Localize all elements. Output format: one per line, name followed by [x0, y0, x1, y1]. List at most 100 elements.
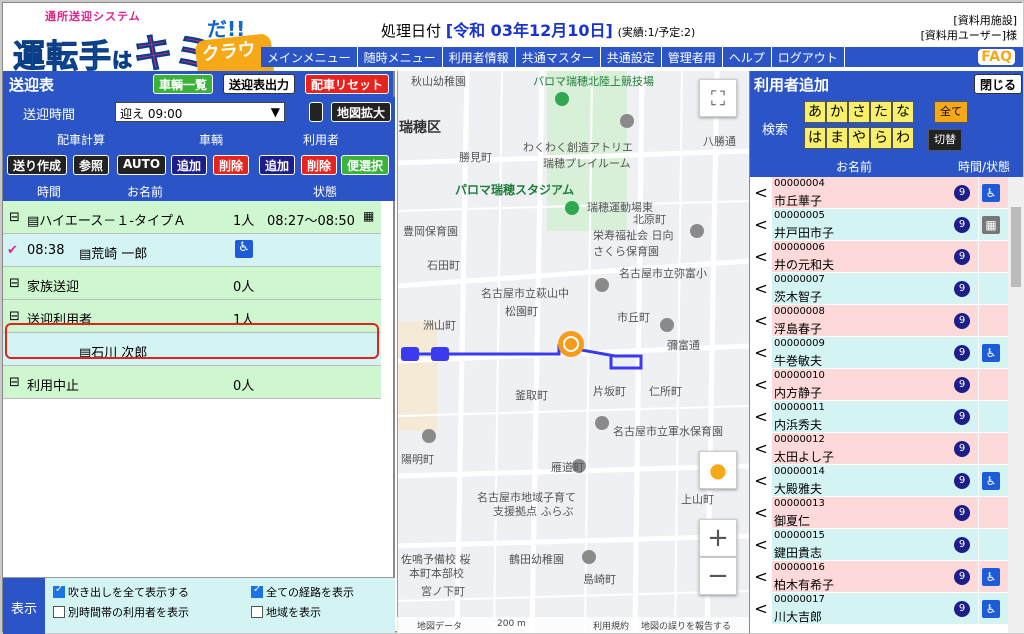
collapse-icon[interactable]: ⊟ [9, 276, 20, 291]
add-arrow-icon[interactable]: < [750, 177, 772, 209]
kana-button[interactable]: か [826, 101, 848, 123]
map-zoom-button[interactable]: 地図拡大 [331, 102, 392, 122]
add-arrow-icon[interactable]: < [750, 241, 772, 273]
add-arrow-icon[interactable]: < [750, 401, 772, 433]
kana-button[interactable]: は [804, 127, 826, 149]
time-select[interactable]: 迎え 09:00 ▼ [115, 102, 285, 122]
time-nine-icon[interactable]: 9 [954, 281, 970, 297]
vehicle-list-button[interactable]: 車輌一覧 [153, 74, 214, 94]
time-nine-icon[interactable]: 9 [954, 249, 970, 265]
delete-user-button[interactable]: 削除 [301, 155, 338, 175]
kana-button[interactable]: さ [848, 101, 870, 123]
add-vehicle-button[interactable]: 追加 [171, 155, 208, 175]
delete-vehicle-button[interactable]: 削除 [213, 155, 250, 175]
time-nine-icon[interactable]: 9 [954, 569, 970, 585]
time-nine-icon[interactable]: 9 [954, 505, 970, 521]
add-arrow-icon[interactable]: < [750, 497, 772, 529]
zoom-out-button[interactable]: − [699, 557, 737, 595]
kana-button[interactable]: な [892, 101, 914, 123]
add-arrow-icon[interactable]: < [750, 561, 772, 593]
option-show-other-times[interactable]: 別時間帯の利用者を表示 [53, 604, 189, 620]
kana-button[interactable]: 切替 [928, 129, 962, 151]
scrollbar[interactable] [1008, 177, 1024, 633]
add-user-button[interactable]: 追加 [259, 155, 296, 175]
user-row[interactable]: <00000006 井の元和夫 9 [750, 241, 1008, 273]
fullscreen-icon[interactable]: ⛶ [699, 79, 737, 117]
route-map[interactable]: 秋山幼稚園 パロマ瑞穂北陸上競技場 瑞穂区 わくわく創造アトリエ 瑞穂プレイルー… [397, 71, 749, 633]
menu-item[interactable]: メインメニュー [261, 47, 358, 67]
make-return-button[interactable]: 送り作成 [7, 155, 68, 175]
time-nine-icon[interactable]: 9 [954, 409, 970, 425]
collapse-icon[interactable]: ⊟ [9, 210, 20, 225]
auto-button[interactable]: AUTO [117, 155, 167, 175]
menu-item[interactable]: ログアウト [772, 47, 845, 67]
menu-item[interactable]: 共通マスター [516, 47, 601, 67]
user-row[interactable]: <00000010 内方静子 9 [750, 369, 1008, 401]
user-row[interactable]: <00000014 大殿雅夫 9 ♿ [750, 465, 1008, 497]
reference-button[interactable]: 参照 [73, 155, 110, 175]
kana-button[interactable]: わ [892, 127, 914, 149]
add-arrow-icon[interactable]: < [750, 433, 772, 465]
add-arrow-icon[interactable]: < [750, 305, 772, 337]
menu-item[interactable]: 管理者用 [662, 47, 723, 67]
table-row[interactable]: ⊟ 家族送迎 0人 [3, 267, 381, 300]
option-show-area[interactable]: 地域を表示 [251, 604, 321, 620]
kana-button[interactable]: ま [826, 127, 848, 149]
check-icon[interactable]: ✔ [7, 243, 18, 258]
kana-button[interactable]: あ [804, 101, 826, 123]
menu-item[interactable]: ヘルプ [723, 47, 772, 67]
reset-button[interactable]: 配車リセット [305, 74, 390, 94]
faq-button[interactable]: FAQ [976, 47, 1017, 67]
time-nine-icon[interactable]: 9 [954, 473, 970, 489]
convenience-select-button[interactable]: 便選択 [341, 155, 390, 175]
user-row[interactable]: <00000016 柏木有希子 9 ♿ [750, 561, 1008, 593]
time-nine-icon[interactable]: 9 [954, 537, 970, 553]
time-nine-icon[interactable]: 9 [954, 313, 970, 329]
kana-button[interactable]: ら [870, 127, 892, 149]
time-nine-icon[interactable]: 9 [954, 601, 970, 617]
zoom-in-button[interactable]: + [699, 519, 737, 557]
user-row[interactable]: <00000017 川大吉郎 9 ♿ [750, 593, 1008, 625]
toggle-button[interactable] [309, 102, 323, 122]
time-nine-icon[interactable]: 9 [954, 441, 970, 457]
user-row[interactable]: <00000011 内浜秀夫 9 [750, 401, 1008, 433]
kana-button[interactable]: や [848, 127, 870, 149]
add-arrow-icon[interactable]: < [750, 529, 772, 561]
menu-item[interactable]: 共通設定 [601, 47, 662, 67]
collapse-icon[interactable]: ⊟ [9, 375, 20, 390]
user-row[interactable]: <00000012 太田よし子 9 [750, 433, 1008, 465]
user-row[interactable]: <00000008 浮島春子 9 [750, 305, 1008, 337]
calculator-icon[interactable]: ▦ [363, 209, 374, 223]
add-arrow-icon[interactable]: < [750, 273, 772, 305]
kana-button[interactable]: 全て [934, 101, 968, 123]
add-arrow-icon[interactable]: < [750, 209, 772, 241]
report-link[interactable]: 地図の誤りを報告する [641, 619, 731, 632]
user-row[interactable]: <00000004 市丘華子 9 ♿ [750, 177, 1008, 209]
time-nine-icon[interactable]: 9 [954, 217, 970, 233]
app-logo[interactable]: 通所送迎システム 運転手はキミ だ!! クラウド [11, 7, 276, 93]
streetview-pegman-icon[interactable]: ● [699, 451, 737, 489]
time-nine-icon[interactable]: 9 [954, 345, 970, 361]
user-row[interactable]: <00000007 茨木智子 9 [750, 273, 1008, 305]
time-nine-icon[interactable]: 9 [954, 377, 970, 393]
menu-item[interactable]: 利用者情報 [443, 47, 516, 67]
collapse-icon[interactable]: ⊟ [9, 309, 20, 324]
option-show-all-routes[interactable]: 全ての経路を表示 [251, 584, 354, 600]
add-arrow-icon[interactable]: < [750, 337, 772, 369]
kana-button[interactable]: た [870, 101, 892, 123]
user-row[interactable]: <00000015 鍵田貴志 9 [750, 529, 1008, 561]
add-arrow-icon[interactable]: < [750, 593, 772, 625]
user-row[interactable]: <00000013 御夏仁 9 [750, 497, 1008, 529]
table-row[interactable]: ⊟ ▤ハイエース－１-タイプＡ 1人 08:27～08:50 ▦ [3, 201, 381, 234]
user-row[interactable]: <00000005 井戸田市子 9 ▦ [750, 209, 1008, 241]
option-show-all-balloons[interactable]: 吹き出しを全て表示する [53, 584, 189, 600]
table-row[interactable]: ✔ 08:38 ▤荒崎 一郎 ♿ [3, 234, 381, 267]
close-button[interactable]: 閉じる [974, 74, 1023, 94]
menu-item[interactable]: 随時メニュー [358, 47, 443, 67]
user-row[interactable]: <00000009 牛巻敏夫 9 ♿ [750, 337, 1008, 369]
add-arrow-icon[interactable]: < [750, 369, 772, 401]
time-nine-icon[interactable]: 9 [954, 185, 970, 201]
table-row[interactable]: ⊟ 利用中止 0人 [3, 366, 381, 399]
add-arrow-icon[interactable]: < [750, 465, 772, 497]
output-button[interactable]: 送迎表出力 [223, 74, 296, 94]
